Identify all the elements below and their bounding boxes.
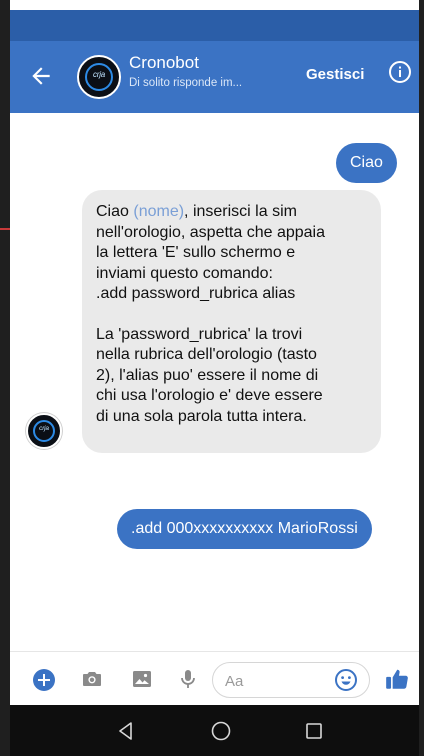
status-bar xyxy=(10,10,419,41)
thumbs-up-icon[interactable] xyxy=(384,666,410,692)
device-bezel-right xyxy=(419,0,424,756)
name-placeholder: (nome) xyxy=(133,203,185,220)
device-frame: crja Cronobot Di solito risponde im... G… xyxy=(0,0,424,756)
conversation-subtitle: Di solito risponde im... xyxy=(129,77,243,89)
conversation-title-block[interactable]: Cronobot Di solito risponde im... xyxy=(129,53,242,89)
system-navigation-bar xyxy=(10,705,419,756)
plus-icon[interactable] xyxy=(32,668,56,692)
message-input[interactable] xyxy=(225,669,325,693)
device-bezel-left xyxy=(0,0,10,756)
incoming-message[interactable]: Ciao (nome), inserisci la sim nell'orolo… xyxy=(82,190,381,453)
phone-screen: crja Cronobot Di solito risponde im... G… xyxy=(10,10,419,756)
outgoing-message[interactable]: .add 000xxxxxxxxxx MarioRossi xyxy=(117,509,372,549)
message-input-container[interactable] xyxy=(212,662,370,698)
message-line: nell'orologio, aspetta che appaia xyxy=(96,223,325,241)
top-margin xyxy=(0,0,424,10)
edge-mark xyxy=(0,228,10,230)
message-line: Ciao (nome), inserisci la sim xyxy=(96,202,367,223)
message-line: inviami questo comando: xyxy=(96,264,273,282)
sender-avatar[interactable]: crja xyxy=(26,413,62,449)
avatar-logo-text: crja xyxy=(92,70,106,79)
message-line: di una sola parola tutta intera. xyxy=(96,407,307,425)
image-icon[interactable] xyxy=(130,667,154,691)
nav-back-icon[interactable] xyxy=(114,719,138,743)
message-line: nella rubrica dell'orologio (tasto xyxy=(96,346,317,363)
message-line: la lettera 'E' sullo schermo e xyxy=(96,244,296,261)
nav-recent-icon[interactable] xyxy=(302,719,326,743)
avatar[interactable]: crja xyxy=(77,55,121,99)
message-text: Ciao xyxy=(96,203,134,220)
message-thread[interactable]: Ciao Ciao (nome), inserisci la sim nell'… xyxy=(10,113,419,651)
emoji-icon[interactable] xyxy=(334,668,358,692)
back-arrow-icon[interactable] xyxy=(28,63,54,89)
manage-button[interactable]: Gestisci xyxy=(306,66,364,83)
conversation-title: Cronobot xyxy=(129,53,199,72)
camera-icon[interactable] xyxy=(80,667,104,691)
message-line: 2), l'alias puo' essere il nome di xyxy=(96,366,319,384)
conversation-header: crja Cronobot Di solito risponde im... G… xyxy=(10,41,419,113)
info-icon[interactable] xyxy=(388,60,412,84)
message-line: .add password_rubrica alias xyxy=(96,285,296,302)
message-text: , inserisci la sim xyxy=(184,203,297,220)
message-line: chi usa l'orologio e' deve essere xyxy=(96,387,323,404)
message-composer xyxy=(10,651,419,705)
message-line: La 'password_rubrica' la trovi xyxy=(96,325,303,343)
outgoing-message[interactable]: Ciao xyxy=(336,143,397,183)
avatar-logo-text: crja xyxy=(39,425,49,432)
microphone-icon[interactable] xyxy=(176,667,200,691)
nav-home-icon[interactable] xyxy=(209,719,233,743)
